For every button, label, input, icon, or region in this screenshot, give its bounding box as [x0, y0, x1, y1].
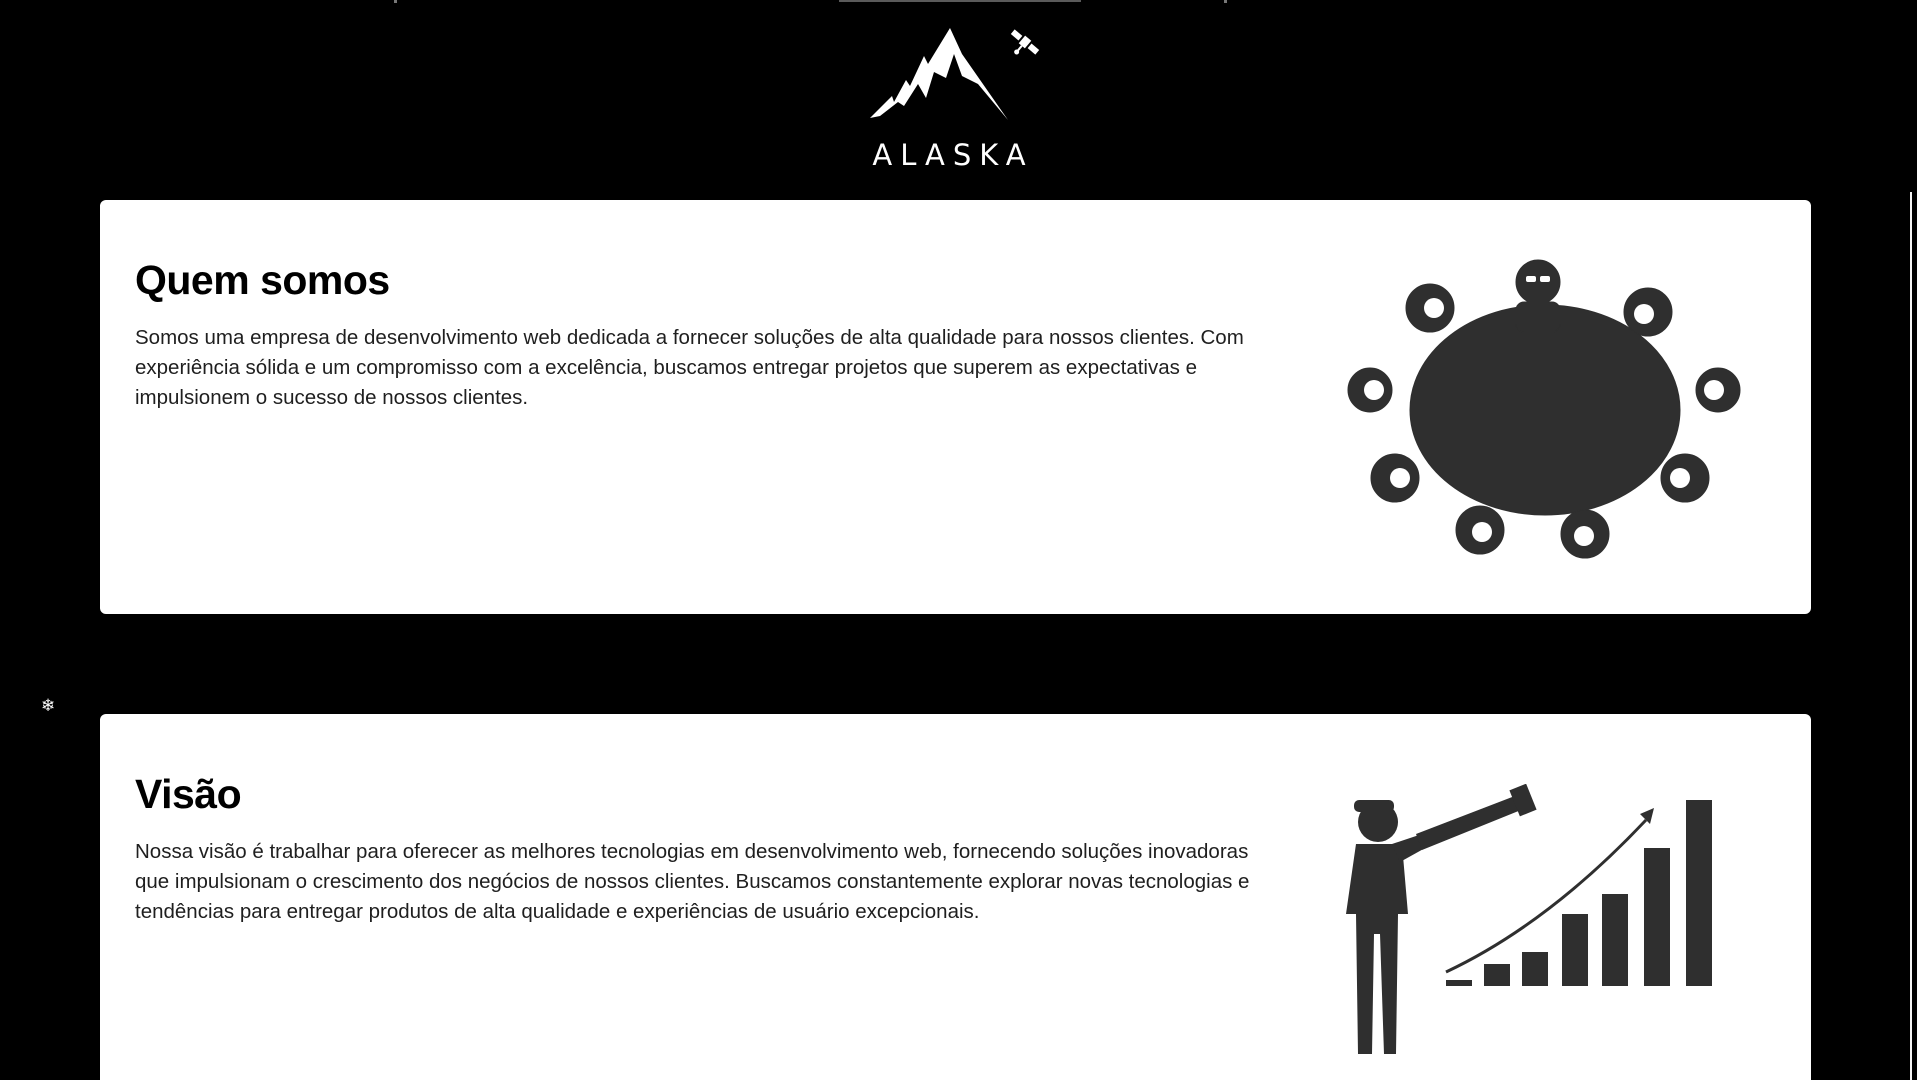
nav-fragment: [1224, 0, 1227, 3]
vision-text: Nossa visão é trabalhar para oferecer as…: [135, 840, 1250, 923]
team-round-table-icon: [1330, 250, 1750, 565]
vision-title: Visão: [135, 771, 242, 817]
about-text: Somos uma empresa de desenvolvimento web…: [135, 326, 1244, 409]
telescope-growth-chart-icon: [1328, 783, 1748, 1069]
snowflake-icon: ❄: [41, 696, 56, 715]
mountain-satellite-logo-icon: [870, 28, 1040, 120]
brand-logo[interactable]: ALASKA: [858, 22, 1048, 170]
scroll-edge: [1910, 192, 1912, 1080]
about-card: Quem somos Somos uma empresa de desenvol…: [100, 200, 1811, 614]
vision-card: Visão Nossa visão é trabalhar para ofere…: [100, 714, 1811, 1080]
top-nav-underline: [839, 0, 1081, 2]
nav-fragment: [394, 0, 397, 3]
about-title: Quem somos: [135, 257, 390, 303]
brand-name: ALASKA: [872, 138, 1034, 172]
page: ALASKA ❄ Quem somos Somos uma empresa de…: [0, 0, 1917, 1080]
